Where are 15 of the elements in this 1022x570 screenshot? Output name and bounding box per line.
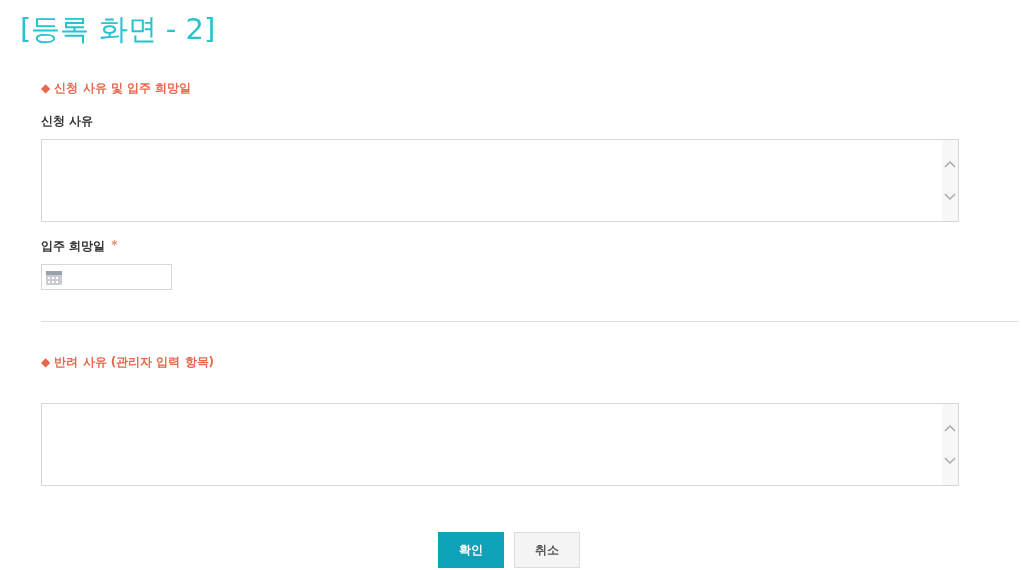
scroll-down-icon[interactable] xyxy=(944,456,956,465)
scroll-up-icon[interactable] xyxy=(944,424,956,433)
required-mark: * xyxy=(111,238,118,254)
section-heading: ◆ 신청 사유 및 입주 희망일 xyxy=(41,80,192,97)
scroll-down-icon[interactable] xyxy=(944,192,956,201)
date-field[interactable] xyxy=(41,264,172,290)
text-area[interactable] xyxy=(41,139,959,222)
calendar-icon[interactable] xyxy=(45,268,63,286)
scroll-up-icon[interactable] xyxy=(944,160,956,169)
text-area[interactable] xyxy=(41,403,959,486)
page-title: [등록 화면 - 2] xyxy=(20,11,216,48)
action-button[interactable]: 취소 xyxy=(514,532,580,568)
section-heading: ◆ 반려 사유 (관리자 입력 항목) xyxy=(41,354,215,371)
field-label: 입주 희망일 xyxy=(41,238,106,255)
field-label: 신청 사유 xyxy=(41,113,94,130)
